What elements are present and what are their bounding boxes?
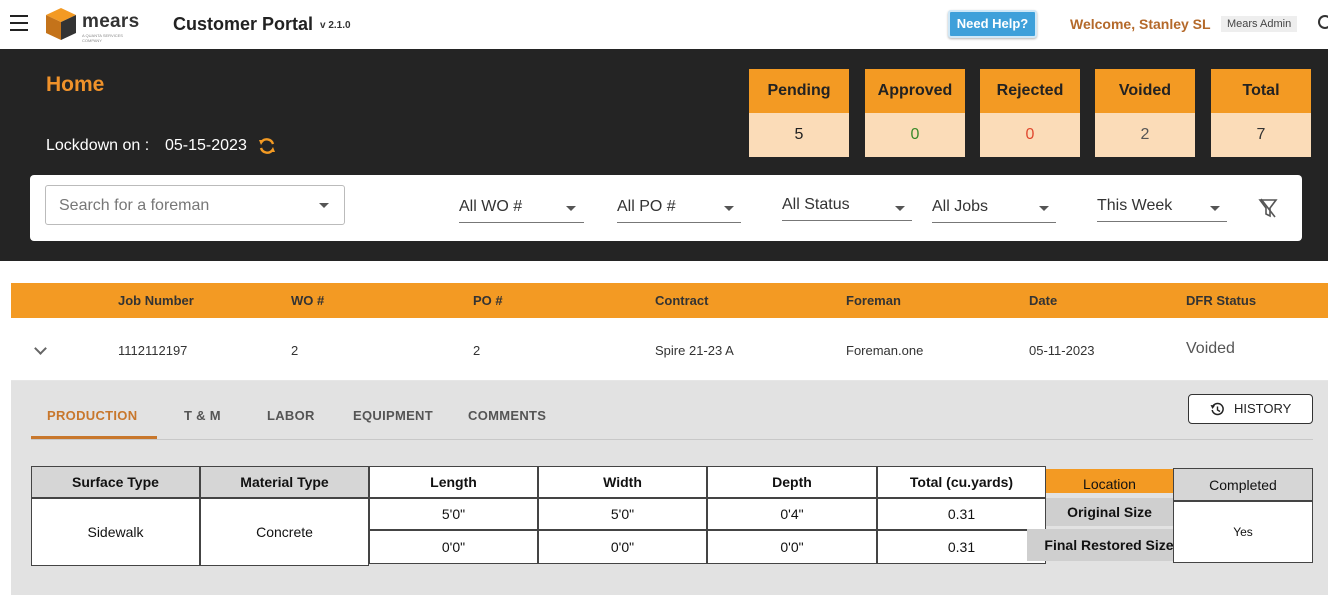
status-filter-value: All Status xyxy=(782,196,850,213)
chevron-down-icon[interactable] xyxy=(34,342,47,355)
welcome-text: Welcome, Stanley SL xyxy=(1070,16,1211,32)
cell-restored-width: 0'0" xyxy=(538,530,707,564)
loading-icon xyxy=(1318,15,1328,29)
cell-restored-length: 0'0" xyxy=(369,530,538,564)
history-label: HISTORY xyxy=(1234,401,1292,416)
cell-restored-depth: 0'0" xyxy=(707,530,877,564)
header-width: Width xyxy=(538,466,707,498)
cell-job-number: 1112112197 xyxy=(118,343,188,358)
column-header-dfr-status[interactable]: DFR Status xyxy=(1186,293,1256,308)
stat-label: Total xyxy=(1211,69,1311,113)
stat-value: 5 xyxy=(749,113,849,157)
cell-original-total: 0.31 xyxy=(877,498,1046,530)
cell-dfr-status: Voided xyxy=(1186,340,1235,357)
need-help-button[interactable]: Need Help? xyxy=(948,10,1037,38)
wo-filter-value: All WO # xyxy=(459,198,523,215)
lockdown-label: Lockdown on : xyxy=(46,137,150,154)
lockdown-date: 05-15-2023 xyxy=(165,137,247,154)
stat-label: Rejected xyxy=(980,69,1080,113)
cell-completed: Yes xyxy=(1173,501,1313,563)
stat-value: 0 xyxy=(980,113,1080,157)
role-badge: Mears Admin xyxy=(1221,16,1298,32)
header-location: Location xyxy=(1046,469,1173,493)
page-title: Home xyxy=(46,73,105,96)
stat-label: Approved xyxy=(865,69,965,113)
stat-value: 0 xyxy=(865,113,965,157)
period-filter-select[interactable]: This Week xyxy=(1097,194,1227,222)
foreman-search-input[interactable]: Search for a foreman xyxy=(45,185,345,225)
po-filter-value: All PO # xyxy=(617,198,676,215)
cell-original-width: 5'0" xyxy=(538,498,707,530)
tab-production[interactable]: PRODUCTION xyxy=(47,408,137,423)
column-header-date[interactable]: Date xyxy=(1029,293,1057,308)
chevron-down-icon[interactable] xyxy=(1039,206,1049,211)
chevron-down-icon[interactable] xyxy=(895,206,905,211)
header-completed: Completed xyxy=(1173,468,1313,501)
jobs-filter-select[interactable]: All Jobs xyxy=(932,195,1056,223)
chevron-down-icon[interactable] xyxy=(566,206,576,211)
header-surface-type: Surface Type xyxy=(31,466,200,498)
chevron-down-icon[interactable] xyxy=(1210,206,1220,211)
brand-tagline: A QUANTA SERVICES COMPANY xyxy=(82,33,123,43)
cell-foreman: Foreman.one xyxy=(846,343,924,358)
cell-wo: 2 xyxy=(291,343,299,358)
label-original-size: Original Size xyxy=(1046,498,1173,526)
stat-label: Voided xyxy=(1095,69,1195,113)
chevron-down-icon[interactable] xyxy=(319,203,329,208)
tab-comments[interactable]: COMMENTS xyxy=(468,408,546,423)
stat-card-rejected[interactable]: Rejected 0 xyxy=(980,69,1080,157)
stat-card-voided[interactable]: Voided 2 xyxy=(1095,69,1195,157)
foreman-search-placeholder: Search for a foreman xyxy=(59,197,210,214)
column-header-po[interactable]: PO # xyxy=(473,293,503,308)
cell-contract: Spire 21-23 A xyxy=(655,343,734,358)
column-header-contract[interactable]: Contract xyxy=(655,293,708,308)
jobs-filter-value: All Jobs xyxy=(932,198,989,215)
cell-surface-type: Sidewalk xyxy=(31,498,200,566)
tab-divider xyxy=(31,439,1313,440)
label-final-restored-size: Final Restored Size xyxy=(1027,529,1191,561)
chevron-down-icon[interactable] xyxy=(724,206,734,211)
status-filter-select[interactable]: All Status xyxy=(782,193,912,221)
header-length: Length xyxy=(369,466,538,498)
column-header-job-number[interactable]: Job Number xyxy=(118,293,194,308)
app-title: Customer Portal xyxy=(173,14,314,34)
wo-filter-select[interactable]: All WO # xyxy=(459,195,584,223)
cell-date: 05-11-2023 xyxy=(1029,343,1095,358)
clear-filter-icon[interactable] xyxy=(1258,197,1278,219)
top-bar: mears A QUANTA SERVICES COMPANY Customer… xyxy=(0,0,1328,49)
table-row[interactable]: 1112112197 2 2 Spire 21-23 A Foreman.one… xyxy=(11,318,1328,381)
brand-name: mears xyxy=(82,11,140,32)
cell-po: 2 xyxy=(473,343,481,358)
stat-value: 2 xyxy=(1095,113,1195,157)
stat-card-approved[interactable]: Approved 0 xyxy=(865,69,965,157)
table-header: Job Number WO # PO # Contract Foreman Da… xyxy=(11,283,1328,318)
po-filter-select[interactable]: All PO # xyxy=(617,195,741,223)
stat-card-pending[interactable]: Pending 5 xyxy=(749,69,849,157)
header-depth: Depth xyxy=(707,466,877,498)
header-material-type: Material Type xyxy=(200,466,369,498)
stat-label: Pending xyxy=(749,69,849,113)
stat-card-total[interactable]: Total 7 xyxy=(1211,69,1311,157)
column-header-foreman[interactable]: Foreman xyxy=(846,293,901,308)
refresh-icon[interactable] xyxy=(257,136,277,156)
tab-equipment[interactable]: EQUIPMENT xyxy=(353,408,433,423)
period-filter-value: This Week xyxy=(1097,197,1173,214)
cell-material-type: Concrete xyxy=(200,498,369,566)
mears-logo-icon xyxy=(46,8,76,40)
tab-t-and-m[interactable]: T & M xyxy=(184,408,221,423)
stat-value: 7 xyxy=(1211,113,1311,157)
menu-icon[interactable] xyxy=(10,15,28,31)
app-version: v 2.1.0 xyxy=(320,20,351,31)
cell-original-length: 5'0" xyxy=(369,498,538,530)
filter-bar: Search for a foreman All WO # All PO # A… xyxy=(30,175,1302,241)
tab-labor[interactable]: LABOR xyxy=(267,408,315,423)
cell-original-depth: 0'4" xyxy=(707,498,877,530)
history-icon xyxy=(1210,402,1224,416)
history-button[interactable]: HISTORY xyxy=(1188,394,1313,424)
column-header-wo[interactable]: WO # xyxy=(291,293,324,308)
cell-restored-total: 0.31 xyxy=(877,530,1046,564)
row-detail-panel: PRODUCTION T & M LABOR EQUIPMENT COMMENT… xyxy=(11,381,1328,595)
header-total: Total (cu.yards) xyxy=(877,466,1046,498)
